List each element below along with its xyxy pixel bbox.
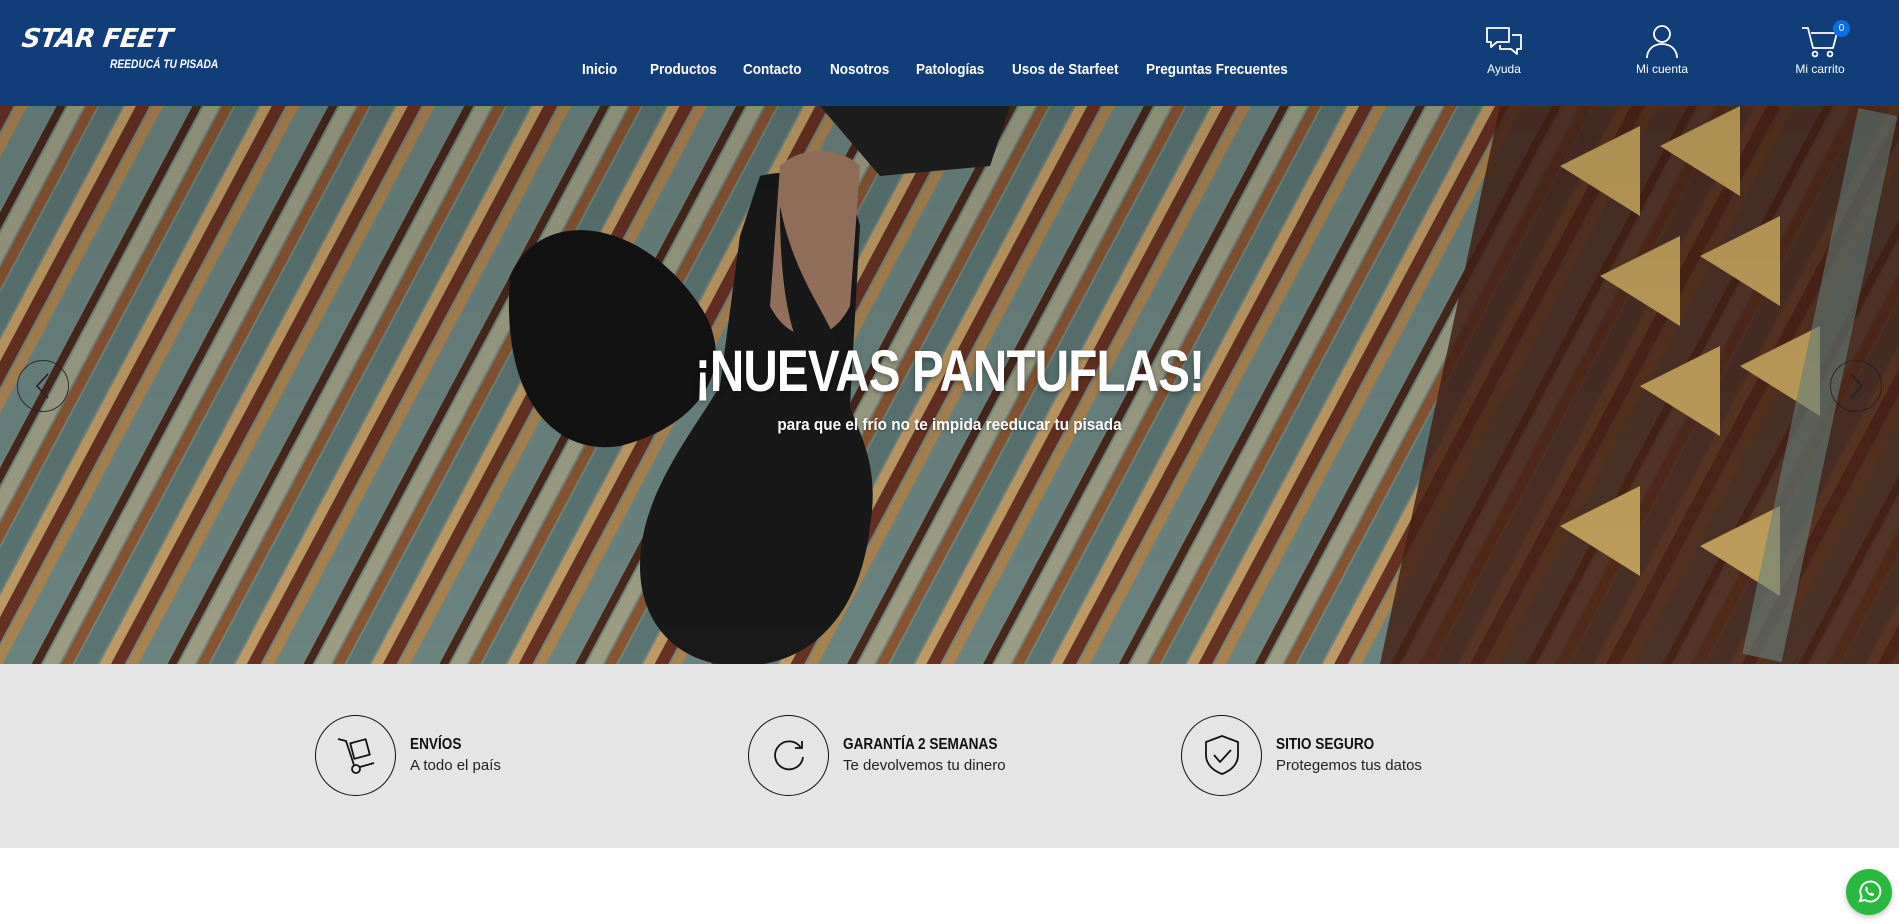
feature-guarantee-title: GARANTÍA 2 SEMANAS bbox=[843, 736, 998, 753]
cart-link[interactable]: 0 Mi carrito bbox=[1765, 20, 1875, 84]
slider-prev-button[interactable] bbox=[17, 360, 69, 412]
cart-count-badge: 0 bbox=[1833, 20, 1850, 37]
hero-slider: ¡NUEVAS PANTUFLAS! para que el frío no t… bbox=[0, 106, 1899, 664]
whatsapp-icon bbox=[1858, 880, 1882, 903]
feature-guarantee-desc: Te devolvemos tu dinero bbox=[843, 757, 1006, 774]
nav-productos[interactable]: Productos bbox=[650, 61, 717, 78]
chevron-left-icon bbox=[35, 373, 49, 399]
features-strip: ENVÍOS A todo el país GARANTÍA 2 SEMANAS… bbox=[0, 664, 1899, 848]
nav-nosotros[interactable]: Nosotros bbox=[830, 61, 889, 78]
feature-secure-title: SITIO SEGURO bbox=[1276, 736, 1375, 753]
feature-secure-desc: Protegemos tus datos bbox=[1276, 757, 1422, 774]
slider-next-button[interactable] bbox=[1830, 360, 1882, 412]
logo-tagline: REEDUCÁ TU PISADA bbox=[110, 57, 219, 71]
site-header: STAR FEET REEDUCÁ TU PISADA Inicio Produ… bbox=[0, 0, 1899, 106]
logo-text: STAR FEET bbox=[19, 24, 175, 54]
feature-guarantee: GARANTÍA 2 SEMANAS Te devolvemos tu dine… bbox=[748, 714, 1025, 796]
account-label: Mi cuenta bbox=[1635, 62, 1689, 76]
chevron-right-icon bbox=[1850, 373, 1864, 399]
shield-check-icon bbox=[1181, 714, 1262, 796]
feature-shipping-desc: A todo el país bbox=[410, 757, 501, 774]
hero-subtitle: para que el frío no te impida reeducar t… bbox=[777, 415, 1122, 434]
whatsapp-button[interactable] bbox=[1846, 869, 1892, 915]
feature-secure: SITIO SEGURO Protegemos tus datos bbox=[1181, 714, 1422, 796]
account-link[interactable]: Mi cuenta bbox=[1607, 24, 1717, 84]
nav-inicio[interactable]: Inicio bbox=[582, 61, 617, 85]
help-label: Ayuda bbox=[1487, 62, 1521, 76]
help-link[interactable]: Ayuda bbox=[1449, 24, 1559, 84]
refresh-icon bbox=[748, 714, 829, 796]
feature-shipping: ENVÍOS A todo el país bbox=[315, 714, 501, 796]
cart-label: Mi carrito bbox=[1795, 62, 1845, 76]
nav-patologias[interactable]: Patologías bbox=[916, 61, 984, 78]
nav-usos[interactable]: Usos de Starfeet bbox=[1012, 61, 1119, 78]
hero-title: ¡NUEVAS PANTUFLAS! bbox=[694, 339, 1205, 404]
feature-shipping-title: ENVÍOS bbox=[410, 736, 462, 753]
main-nav: Inicio Productos Contacto Nosotros Patol… bbox=[570, 61, 1288, 85]
user-icon bbox=[1646, 25, 1678, 59]
logo[interactable]: STAR FEET REEDUCÁ TU PISADA bbox=[19, 24, 218, 76]
nav-contacto[interactable]: Contacto bbox=[743, 61, 802, 78]
chat-bubbles-icon bbox=[1486, 27, 1522, 55]
nav-faq[interactable]: Preguntas Frecuentes bbox=[1146, 61, 1288, 78]
hand-truck-icon bbox=[315, 714, 396, 796]
